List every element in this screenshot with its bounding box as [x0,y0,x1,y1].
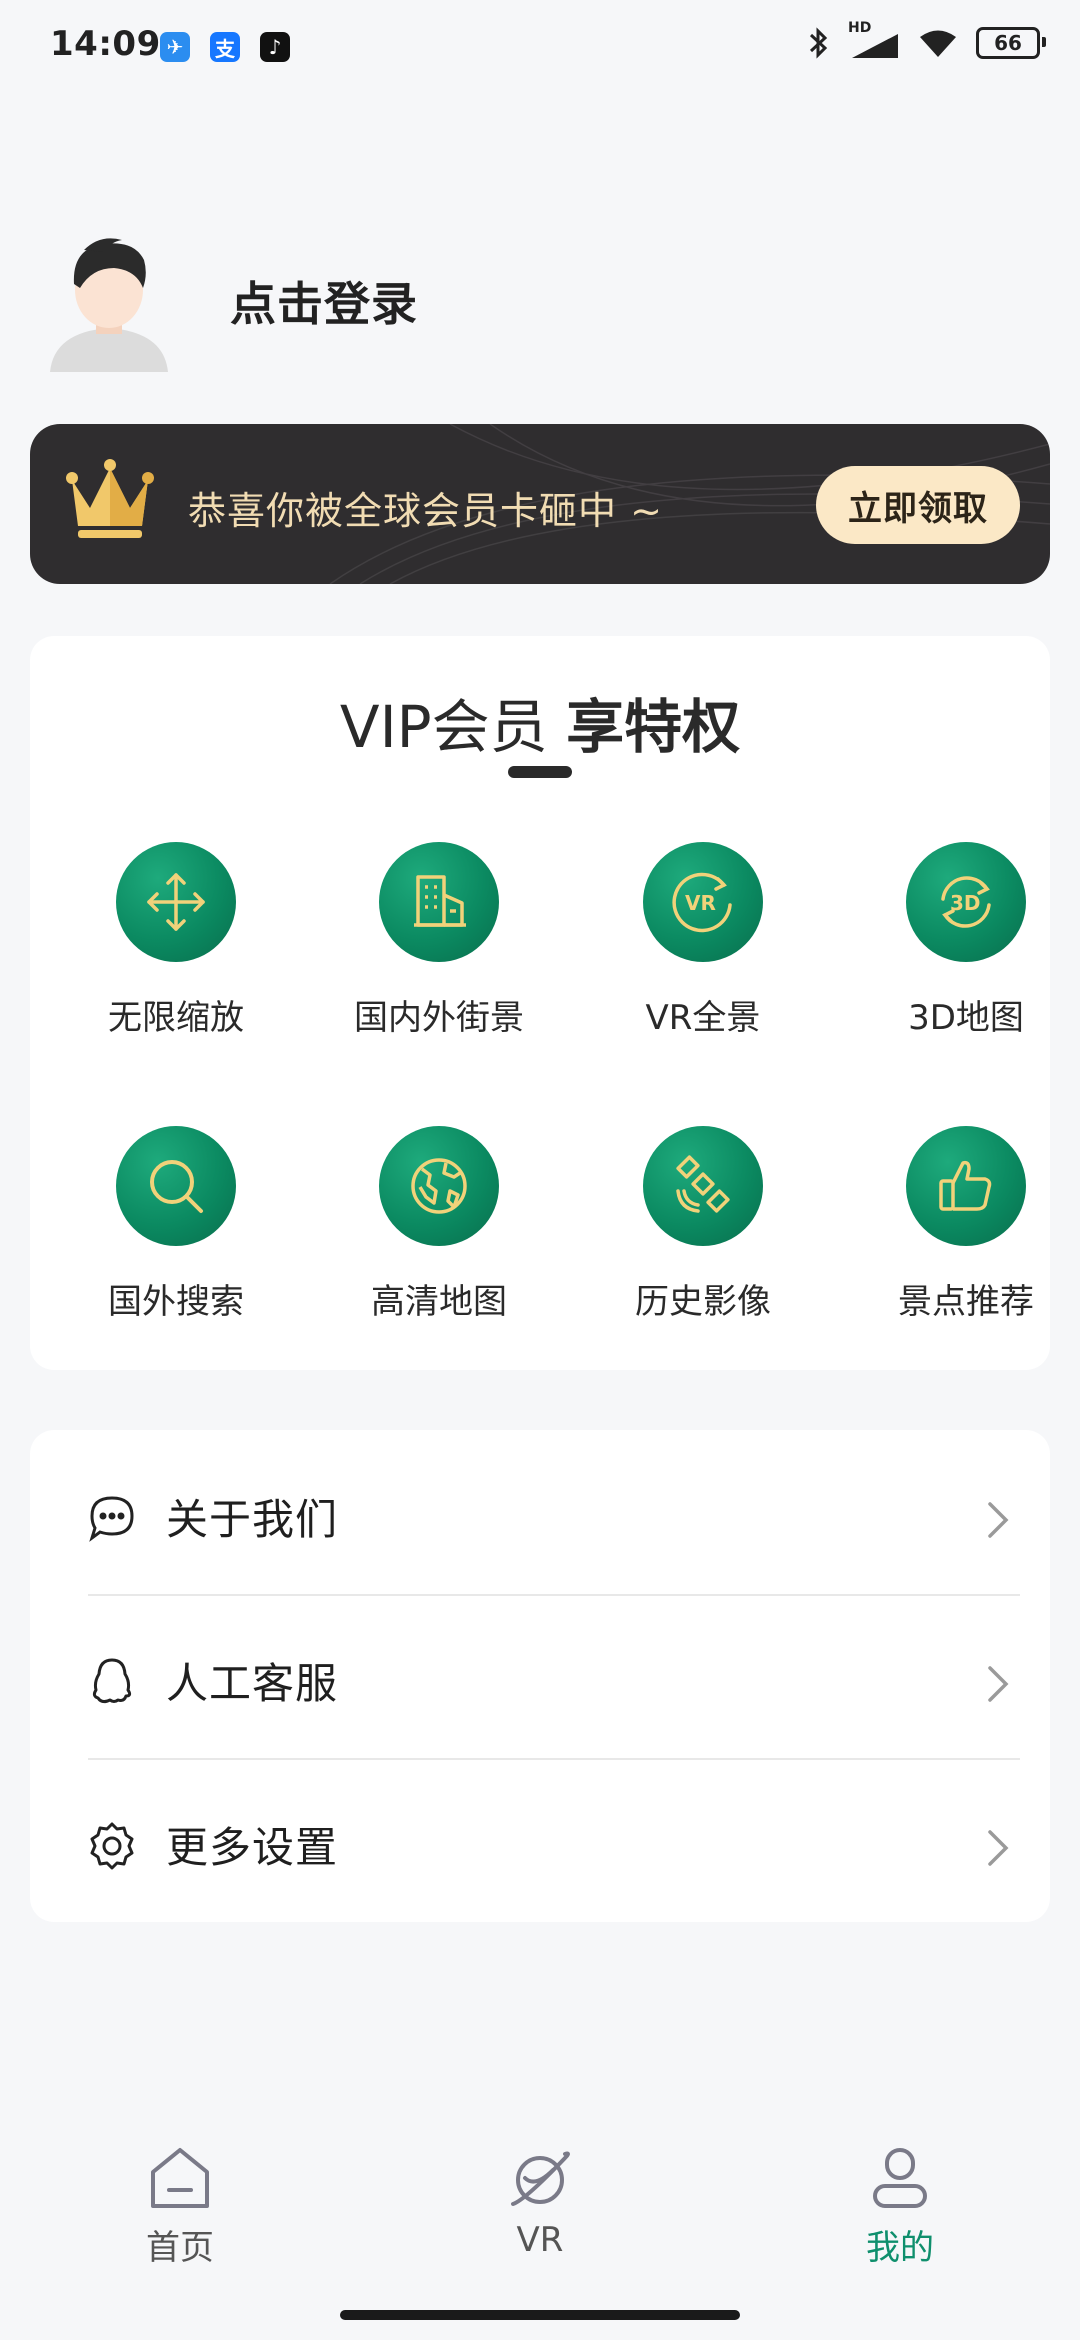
building-icon [414,875,466,927]
home-icon [151,2148,209,2208]
search-icon [150,1160,203,1213]
nav-tab-home[interactable]: 首页 [80,2130,280,2269]
avatar[interactable] [44,232,174,372]
signal-indicator: HD [848,20,900,60]
menu-label: 关于我们 [166,1495,339,1544]
feature-label: 3D地图 [908,998,1024,1038]
feature-unlimited-zoom[interactable]: 无限缩放 [66,842,286,1039]
menu-item-more-settings[interactable]: 更多设置 [30,1758,1050,1922]
menu-label: 人工客服 [166,1659,339,1708]
feature-label: 国内外街景 [354,998,524,1038]
bottom-navigation: 首页 VR 我的 [0,2130,1080,2300]
feature-attractions[interactable]: 景点推荐 [856,1126,1076,1323]
feature-icon-badge [116,842,236,962]
nav-tab-vr[interactable]: VR [440,2130,640,2260]
feature-label: VR全景 [645,998,761,1038]
vip-title-part2: 享特权 [566,693,741,761]
menu-item-about-us[interactable]: 关于我们 [30,1430,1050,1594]
messenger-icon: ✈ [160,32,190,62]
nav-label: 首页 [146,2228,214,2268]
settings-menu: 关于我们 人工客服 更多设置 [30,1430,1050,1922]
feature-icon-badge: 3D [906,842,1026,962]
planet-icon [511,2151,570,2206]
feature-label: 国外搜索 [108,1282,244,1322]
cell-signal-icon [852,34,898,58]
3d-rotate-icon: 3D [941,876,991,928]
tiktok-icon: ♪ [260,32,290,62]
nav-tab-mine[interactable]: 我的 [800,2130,1000,2269]
nav-label: VR [516,2220,564,2260]
claim-now-button[interactable]: 立即领取 [816,466,1020,544]
status-right: HD 66 [808,20,1046,60]
banner-text: 恭喜你被全球会员卡砸中 ~ [188,489,663,533]
feature-icon-badge [643,1126,763,1246]
feature-vr-panorama[interactable]: VR VR全景 [593,842,813,1039]
globe-icon [411,1158,467,1214]
support-icon [92,1658,132,1704]
status-bar: 14:09 ✈ 支 ♪ HD 66 [0,0,1080,96]
user-icon [873,2148,927,2208]
vip-title-part1: VIP会员 [339,693,548,761]
feature-icon-badge [906,1126,1026,1246]
menu-item-customer-service[interactable]: 人工客服 [30,1594,1050,1758]
zoom-arrows-icon [147,873,205,931]
menu-label: 更多设置 [166,1823,339,1872]
thumbs-up-icon [939,1160,992,1211]
bluetooth-icon [809,27,828,59]
feature-historical-imagery[interactable]: 历史影像 [593,1126,813,1323]
login-link[interactable]: 点击登录 [230,268,418,334]
status-time: 14:09 [50,24,161,64]
vip-promo-banner[interactable]: 恭喜你被全球会员卡砸中 ~ 立即领取 [30,424,1050,584]
feature-icon-badge [379,1126,499,1246]
feature-label: 景点推荐 [898,1282,1034,1322]
feature-foreign-search[interactable]: 国外搜索 [66,1126,286,1323]
title-underline [508,766,572,778]
svg-text:3D: 3D [950,891,981,915]
feature-hd-map[interactable]: 高清地图 [329,1126,549,1323]
crown-icon [66,459,154,538]
nav-label: 我的 [866,2228,934,2268]
feature-label: 高清地图 [371,1282,507,1322]
feature-icon-badge [116,1126,236,1246]
chevron-right-icon [988,1830,1009,1866]
alipay-icon: 支 [210,32,240,62]
feature-icon-badge [379,842,499,962]
vip-privileges-card: VIP会员 享特权 无限缩放 国内外街景 VR VR全景 3D 3D地图 国外搜… [30,636,1050,1370]
svg-text:VR: VR [685,891,716,915]
feature-label: 无限缩放 [108,998,244,1038]
vr-icon: VR [672,872,732,933]
chevron-right-icon [988,1502,1009,1538]
feature-street-view[interactable]: 国内外街景 [329,842,549,1039]
gear-icon [90,1822,134,1870]
home-indicator[interactable] [340,2310,740,2320]
battery-level: 66 [994,31,1022,55]
chevron-right-icon [988,1666,1009,1702]
chat-bubble-icon [89,1496,134,1542]
vip-title: VIP会员 享特权 [30,680,1050,764]
battery-indicator: 66 [976,27,1046,59]
feature-3d-map[interactable]: 3D 3D地图 [856,842,1076,1039]
wifi-icon [920,30,956,57]
satellite-icon [676,1155,730,1213]
feature-label: 历史影像 [635,1282,771,1322]
feature-icon-badge: VR [643,842,763,962]
